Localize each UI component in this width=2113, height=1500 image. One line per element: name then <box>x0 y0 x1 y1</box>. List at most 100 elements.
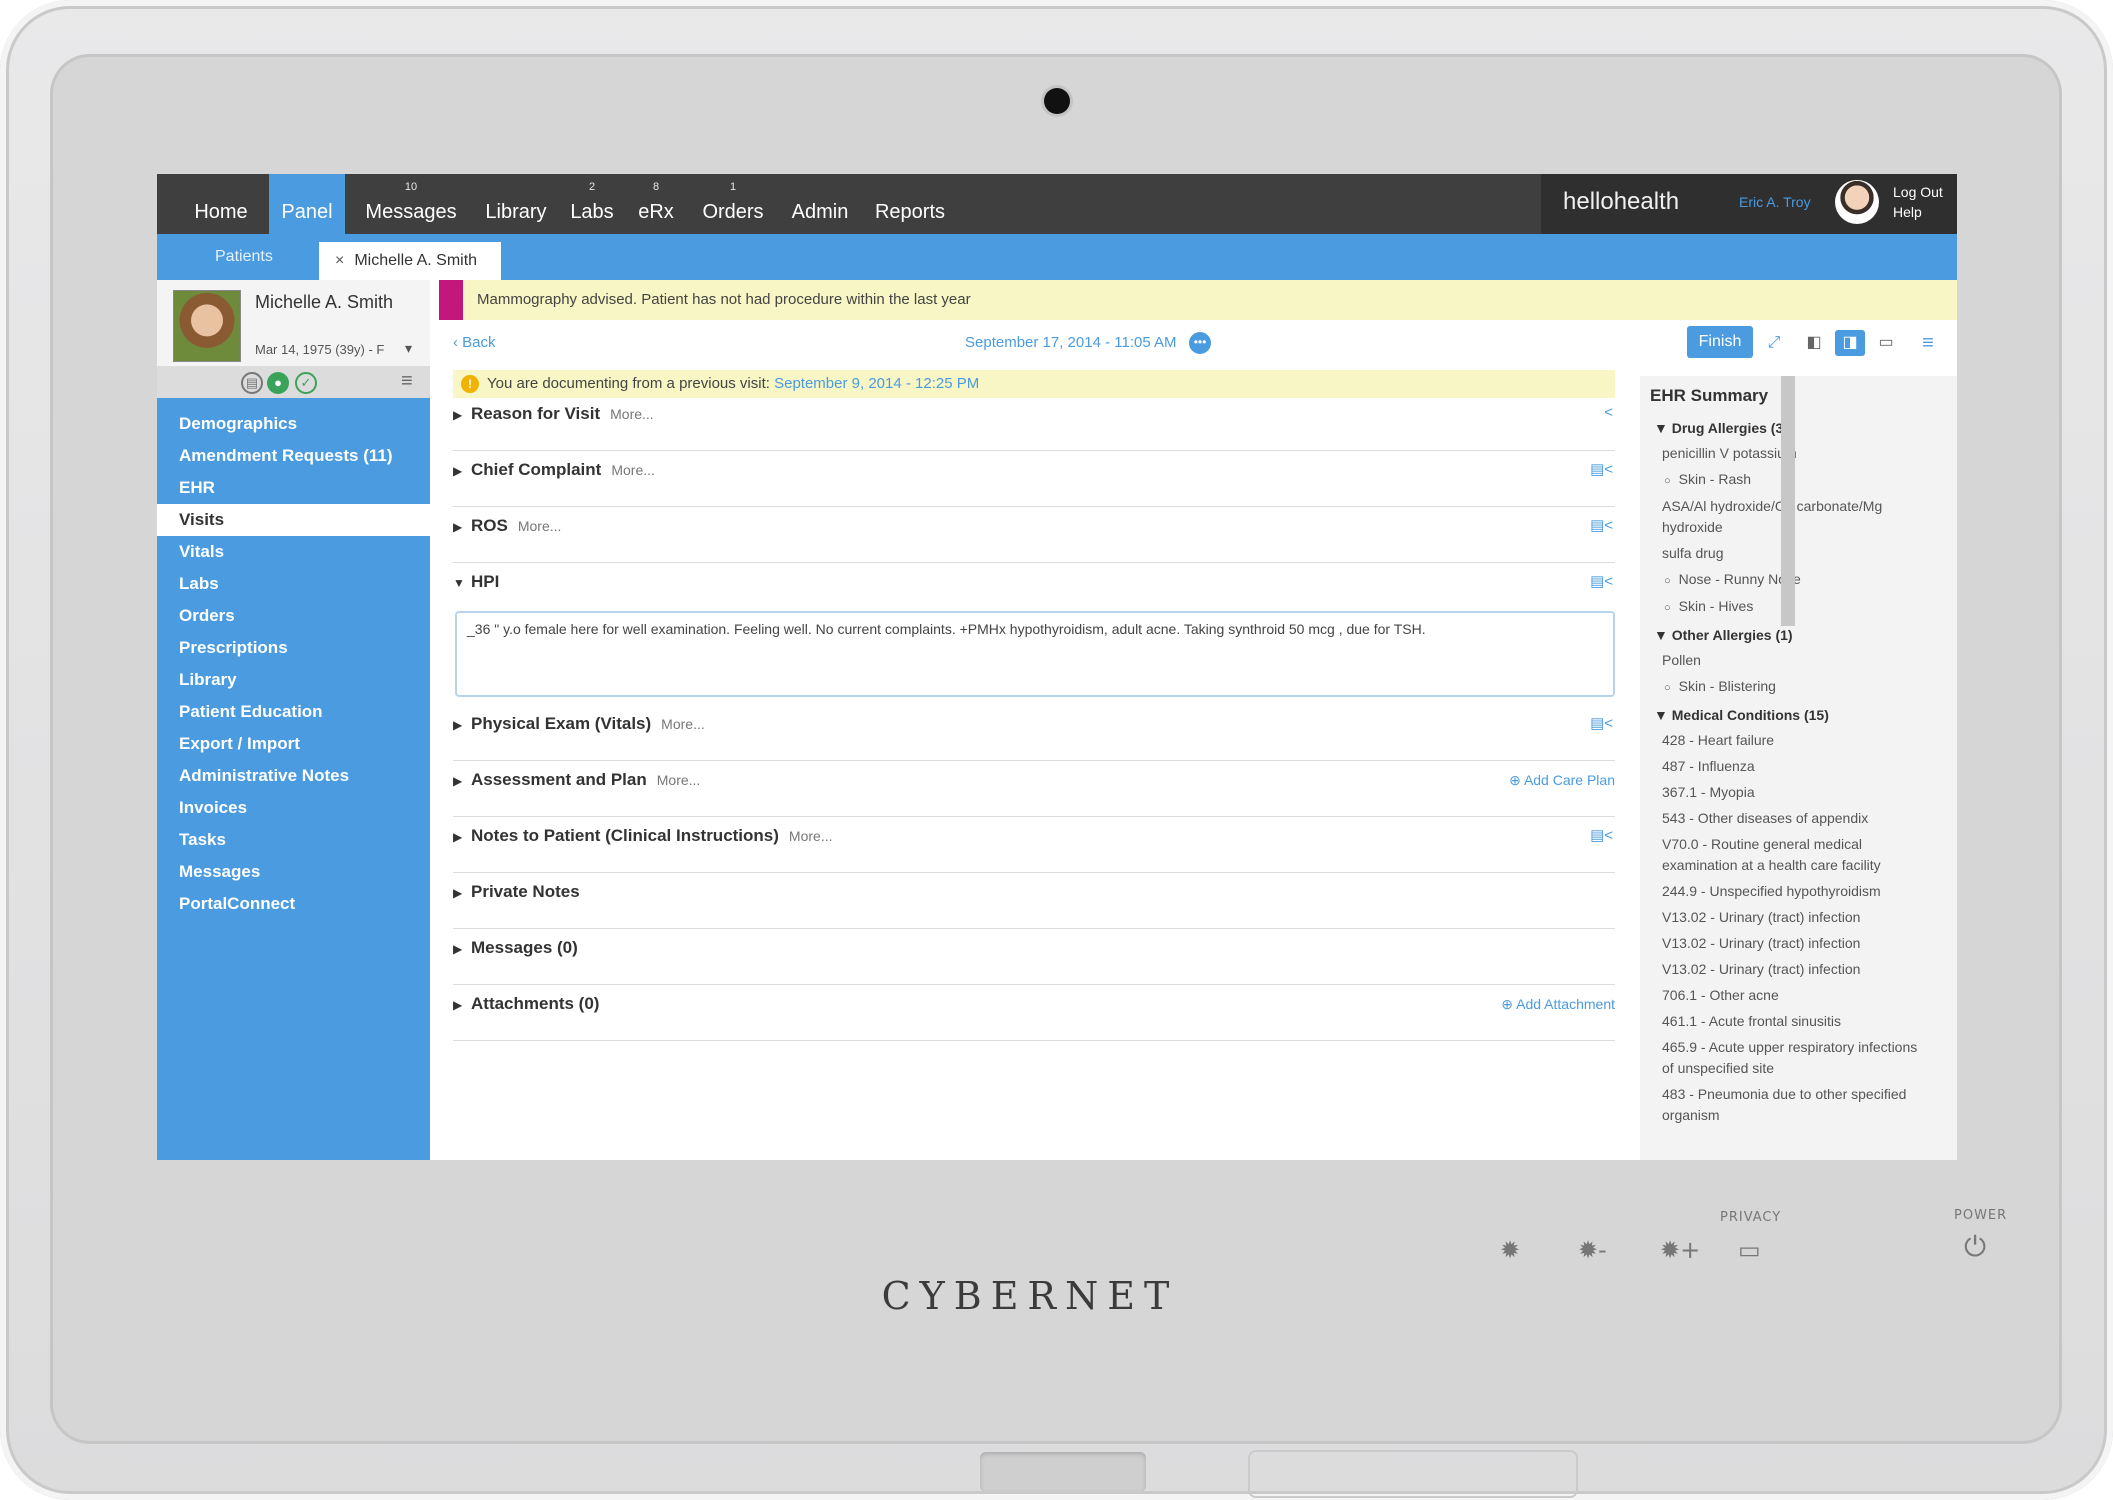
sidebar-item-patient-education[interactable]: Patient Education <box>157 696 430 728</box>
tab-patients[interactable]: Patients <box>215 234 273 280</box>
sidebar-item-tasks[interactable]: Tasks <box>157 824 430 856</box>
list-item: 487 - Influenza <box>1662 758 1755 774</box>
template-share-icon[interactable]: ▤< <box>1590 516 1613 534</box>
hpi-textarea[interactable]: _36 " y.o female here for well examinati… <box>455 611 1615 697</box>
layout-full-icon[interactable]: ▭ <box>1871 330 1901 356</box>
section-notes-to-patient[interactable]: ▶ Notes to Patient (Clinical Instruction… <box>453 816 1615 873</box>
check-icon[interactable]: ✓ <box>295 372 317 394</box>
hpi-text: _36 " y.o female here for well examinati… <box>467 621 1426 637</box>
help-link[interactable]: Help <box>1893 202 1943 222</box>
section-chief-complaint[interactable]: ▶ Chief Complaint More... ▤< <box>453 450 1615 507</box>
ehr-scrollbar[interactable] <box>1781 376 1795 626</box>
section-attachments[interactable]: ▶ Attachments (0) ⊕ Add Attachment <box>453 984 1615 1041</box>
section-assessment-and-plan[interactable]: ▶ Assessment and Plan More... ⊕ Add Care … <box>453 760 1615 817</box>
sidebar-item-export-import[interactable]: Export / Import <box>157 728 430 760</box>
list-item: Skin - Blistering <box>1654 676 1924 699</box>
sidebar-item-visits[interactable]: Visits <box>157 504 430 536</box>
nav-reports[interactable]: Reports <box>865 174 955 234</box>
medical-conditions-group[interactable]: ▼ Medical Conditions (15) <box>1654 705 1924 726</box>
sidebar-item-portalconnect[interactable]: PortalConnect <box>157 888 430 920</box>
sidebar-item-administrative-notes[interactable]: Administrative Notes <box>157 760 430 792</box>
brightness-down-icon[interactable]: ✹- <box>1578 1236 1607 1264</box>
nav-home[interactable]: Home <box>157 174 285 234</box>
list-item: Pollen <box>1662 652 1701 668</box>
sidebar-item-amendment-requests[interactable]: Amendment Requests (11) <box>157 440 430 472</box>
section-messages[interactable]: ▶ Messages (0) <box>453 928 1615 985</box>
sidebar-item-library[interactable]: Library <box>157 664 430 696</box>
sidebar-item-orders[interactable]: Orders <box>157 600 430 632</box>
list-item: 465.9 - Acute upper respiratory infectio… <box>1662 1039 1918 1076</box>
nav-admin[interactable]: Admin <box>783 174 857 234</box>
more-link[interactable]: More... <box>661 716 705 732</box>
document-icon[interactable]: ▤ <box>241 372 263 394</box>
template-share-icon[interactable]: ▤< <box>1590 714 1613 732</box>
visit-date[interactable]: September 17, 2014 - 11:05 AM <box>965 334 1177 351</box>
list-item: 428 - Heart failure <box>1662 732 1775 748</box>
share-icon[interactable]: < <box>1604 404 1613 421</box>
sidebar-item-labs[interactable]: Labs <box>157 568 430 600</box>
more-link[interactable]: More... <box>657 772 701 788</box>
collapse-arrow-icon: ▼ <box>453 576 465 590</box>
tab-patient[interactable]: × Michelle A. Smith <box>319 242 501 280</box>
sidebar-item-prescriptions[interactable]: Prescriptions <box>157 632 430 664</box>
section-reason-for-visit[interactable]: ▶ Reason for Visit More... < <box>453 394 1615 451</box>
nav-orders[interactable]: 1 Orders <box>691 174 775 234</box>
layout-right-icon[interactable]: ◨ <box>1835 330 1865 356</box>
sidebar-item-vitals[interactable]: Vitals <box>157 536 430 568</box>
section-private-notes[interactable]: ▶ Private Notes <box>453 872 1615 929</box>
section-ros[interactable]: ▶ ROS More... ▤< <box>453 506 1615 563</box>
template-share-icon[interactable]: ▤< <box>1590 572 1613 590</box>
nav-messages[interactable]: 10 Messages <box>353 174 469 234</box>
list-item: V13.02 - Urinary (tract) infection <box>1662 935 1861 951</box>
user-name[interactable]: Eric A. Troy <box>1739 194 1811 210</box>
back-button[interactable]: ‹ Back <box>453 334 496 351</box>
add-icon: ⊕ <box>1509 772 1524 788</box>
add-icon: ⊕ <box>1501 996 1517 1012</box>
nav-labs[interactable]: 2 Labs <box>561 174 623 234</box>
other-allergies-group[interactable]: ▼ Other Allergies (1) <box>1654 625 1924 646</box>
sidebar-item-messages[interactable]: Messages <box>157 856 430 888</box>
add-attachment-button[interactable]: ⊕ Add Attachment <box>1501 996 1615 1013</box>
add-care-plan-button[interactable]: ⊕ Add Care Plan <box>1509 772 1615 789</box>
template-share-icon[interactable]: ▤< <box>1590 826 1613 844</box>
expand-arrow-icon: ▶ <box>453 408 463 422</box>
more-options-icon[interactable]: ••• <box>1189 332 1211 354</box>
list-menu-icon[interactable]: ≡ <box>1913 330 1943 356</box>
layout-left-icon[interactable]: ◧ <box>1799 330 1829 356</box>
list-item: V70.0 - Routine general medical examinat… <box>1662 836 1881 873</box>
sidebar-item-demographics[interactable]: Demographics <box>157 408 430 440</box>
account-links: Log Out Help <box>1893 182 1943 222</box>
section-hpi[interactable]: ▼ HPI ▤< <box>453 562 1615 618</box>
hellohealth-logo: hellohealth <box>1563 188 1680 215</box>
user-avatar[interactable] <box>1835 180 1879 224</box>
nav-panel[interactable]: Panel <box>269 174 345 234</box>
menu-icon[interactable]: ≡ <box>401 370 413 393</box>
previous-visit-link[interactable]: September 9, 2014 - 12:25 PM <box>774 375 979 392</box>
power-icon[interactable]: ⏻ <box>1964 1230 1986 1264</box>
nav-erx[interactable]: 8 eRx <box>629 174 683 234</box>
user-icon[interactable]: ● <box>267 372 289 394</box>
expand-arrow-icon: ▶ <box>453 464 463 478</box>
more-link[interactable]: More... <box>518 518 562 534</box>
privacy-icon[interactable]: ▭ <box>1738 1236 1761 1264</box>
expand-arrow-icon: ▶ <box>453 998 463 1012</box>
nav-library[interactable]: Library <box>475 174 557 234</box>
sidebar-item-ehr[interactable]: EHR <box>157 472 430 504</box>
section-physical-exam[interactable]: ▶ Physical Exam (Vitals) More... ▤< <box>453 704 1615 761</box>
expand-icon[interactable]: ⤢ <box>1759 330 1789 356</box>
more-link[interactable]: More... <box>611 462 655 478</box>
more-link[interactable]: More... <box>610 406 654 422</box>
sidebar: Michelle A. Smith Mar 14, 1975 (39y) - F… <box>157 280 430 1160</box>
list-item: 483 - Pneumonia due to other specified o… <box>1662 1086 1907 1123</box>
chevron-down-icon[interactable]: ▾ <box>405 340 412 357</box>
brightness-icon[interactable]: ✹ <box>1500 1236 1520 1264</box>
template-share-icon[interactable]: ▤< <box>1590 460 1613 478</box>
brightness-up-icon[interactable]: ✹+ <box>1660 1236 1700 1264</box>
device-brand: CYBERNET <box>881 1274 1179 1318</box>
logout-link[interactable]: Log Out <box>1893 182 1943 202</box>
finish-button[interactable]: Finish <box>1687 326 1753 358</box>
ehr-summary-panel: EHR Summary ▼ Drug Allergies (3) penicil… <box>1640 376 1957 1160</box>
close-tab-icon[interactable]: × <box>335 252 344 269</box>
more-link[interactable]: More... <box>789 828 833 844</box>
sidebar-item-invoices[interactable]: Invoices <box>157 792 430 824</box>
